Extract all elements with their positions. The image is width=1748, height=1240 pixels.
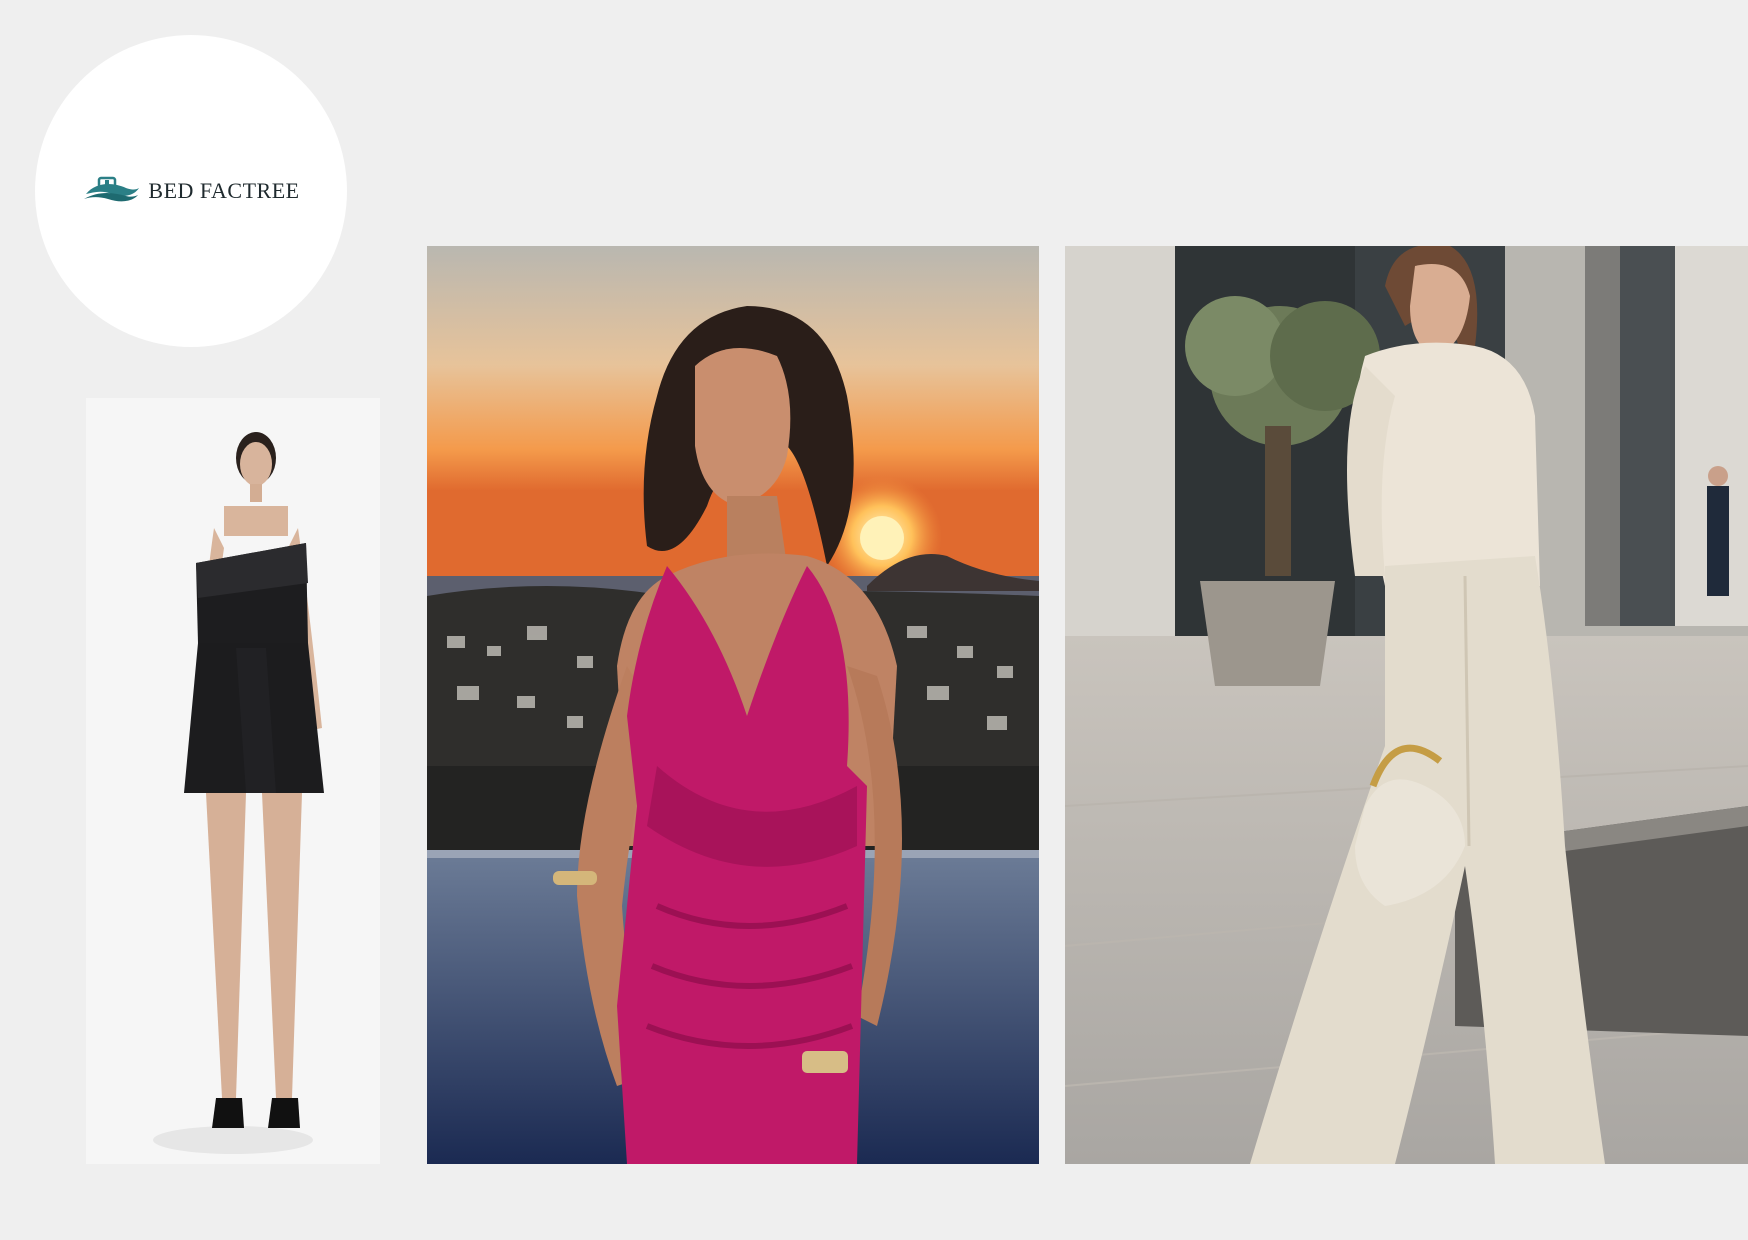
wave-logo-icon <box>82 174 140 209</box>
photo-cream-outfit <box>1065 246 1748 1164</box>
photo-magenta-dress <box>427 246 1039 1164</box>
brand-name: BED FACTREE <box>148 178 300 203</box>
brand-logo: BED FACTREE <box>82 174 299 209</box>
brand-logo-badge: BED FACTREE <box>35 35 347 347</box>
photo-black-dress <box>86 398 380 1164</box>
